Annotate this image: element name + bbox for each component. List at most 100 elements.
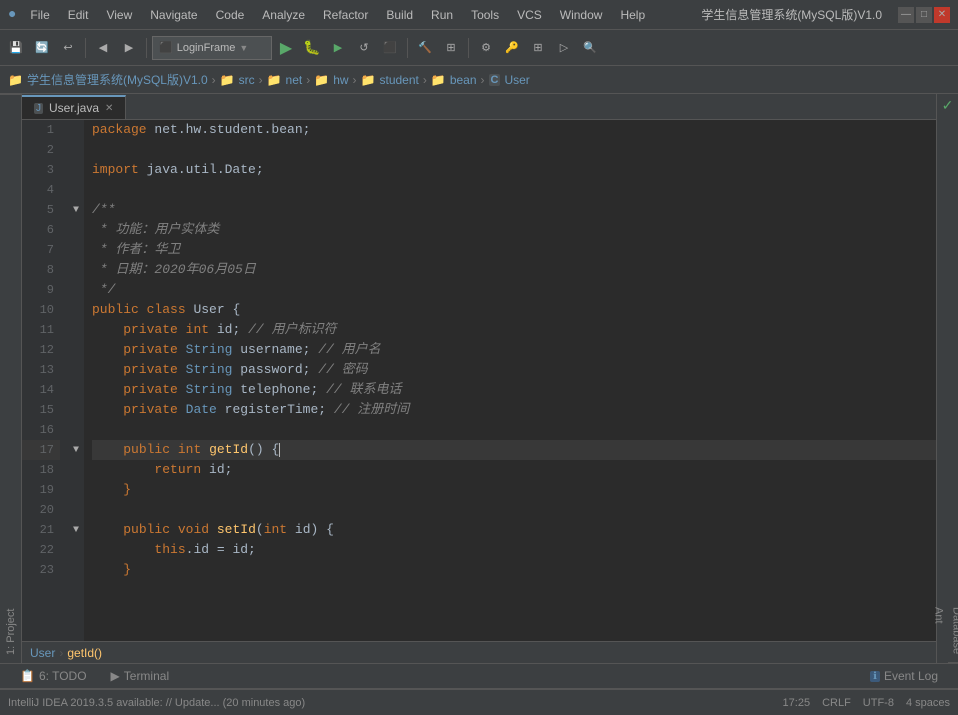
- fold-21[interactable]: ▼: [68, 520, 84, 540]
- editor-area: J User.java ✕ 1 2 3 4 5 6 7 8 9 10 11 12…: [22, 94, 936, 663]
- find-button[interactable]: 🔍: [578, 36, 602, 60]
- fold-11: [68, 320, 84, 340]
- code-line-7: * 作者：华卫: [92, 240, 936, 260]
- db2-button[interactable]: ⊞: [526, 36, 550, 60]
- menu-edit[interactable]: Edit: [60, 6, 97, 24]
- separator-4: [468, 38, 469, 58]
- fold-4: [68, 180, 84, 200]
- ln-10: 10: [22, 300, 60, 320]
- settings-button[interactable]: ⚙: [474, 36, 498, 60]
- stop-button[interactable]: ⬛: [378, 36, 402, 60]
- code-line-22: this.id = id;: [92, 540, 936, 560]
- fold-17[interactable]: ▼: [68, 440, 84, 460]
- search-button[interactable]: ⊞: [439, 36, 463, 60]
- bc-class-icon: C: [489, 74, 501, 86]
- fold-5[interactable]: ▼: [68, 200, 84, 220]
- bc-hw[interactable]: hw: [333, 73, 348, 87]
- code-line-17: public int getId() {: [92, 440, 936, 460]
- forward-button[interactable]: ▶: [117, 36, 141, 60]
- code-line-1: package net.hw.student.bean;: [92, 120, 936, 140]
- fold-16: [68, 420, 84, 440]
- separator-1: [85, 38, 86, 58]
- ln-13: 13: [22, 360, 60, 380]
- menu-view[interactable]: View: [98, 6, 140, 24]
- bc-user[interactable]: User: [504, 73, 529, 87]
- bc-student[interactable]: student: [379, 73, 418, 87]
- debug-button[interactable]: 🐛: [300, 36, 324, 60]
- run2-button[interactable]: ▷: [552, 36, 576, 60]
- status-line-ending[interactable]: CRLF: [822, 697, 851, 709]
- app-icon: ●: [8, 7, 16, 23]
- db1-button[interactable]: 🔑: [500, 36, 524, 60]
- bottom-bc-method[interactable]: getId(): [67, 646, 102, 660]
- window-controls: — □ ✕: [898, 7, 950, 23]
- fold-22: [68, 540, 84, 560]
- code-editor: 1 2 3 4 5 6 7 8 9 10 11 12 13 14 15 16 1…: [22, 120, 936, 641]
- menu-window[interactable]: Window: [552, 6, 611, 24]
- coverage-button[interactable]: ▶: [326, 36, 350, 60]
- menu-refactor[interactable]: Refactor: [315, 6, 376, 24]
- sidebar-item-structure[interactable]: 7: Structure: [0, 94, 1, 663]
- bc-project[interactable]: 学生信息管理系统(MySQL版)V1.0: [27, 71, 208, 88]
- profile-button[interactable]: ↺: [352, 36, 376, 60]
- menu-code[interactable]: Code: [208, 6, 253, 24]
- title-bar: ● File Edit View Navigate Code Analyze R…: [0, 0, 958, 30]
- event-log-label: Event Log: [884, 669, 938, 683]
- fold-13: [68, 360, 84, 380]
- tab-label: User.java: [49, 101, 99, 115]
- separator-3: [407, 38, 408, 58]
- fold-6: [68, 220, 84, 240]
- tab-todo[interactable]: 📋 6: TODO: [8, 667, 99, 685]
- menu-vcs[interactable]: VCS: [509, 6, 550, 24]
- code-content[interactable]: package net.hw.student.bean; import java…: [84, 120, 936, 641]
- back-button[interactable]: ◀: [91, 36, 115, 60]
- ln-17: 17: [22, 440, 60, 460]
- undo-button[interactable]: ↩: [56, 36, 80, 60]
- sidebar-item-project[interactable]: 1: Project: [1, 94, 21, 663]
- tab-terminal[interactable]: ▶ Terminal: [99, 667, 182, 685]
- bc-bean-icon: 📁: [431, 73, 446, 87]
- code-line-6: * 功能：用户实体类: [92, 220, 936, 240]
- menu-help[interactable]: Help: [612, 6, 653, 24]
- right-tab-ant[interactable]: Ant: [930, 599, 948, 663]
- save-all-button[interactable]: 💾: [4, 36, 28, 60]
- code-line-13: private String password; // 密码: [92, 360, 936, 380]
- menu-tools[interactable]: Tools: [463, 6, 507, 24]
- menu-file[interactable]: File: [22, 6, 57, 24]
- bc-net[interactable]: net: [286, 73, 303, 87]
- minimize-button[interactable]: —: [898, 7, 914, 23]
- menu-build[interactable]: Build: [378, 6, 421, 24]
- config-name: LoginFrame: [177, 42, 236, 54]
- status-message: IntelliJ IDEA 2019.3.5 available: // Upd…: [8, 697, 305, 709]
- code-line-12: private String username; // 用户名: [92, 340, 936, 360]
- tab-close-icon[interactable]: ✕: [105, 103, 113, 114]
- build-button[interactable]: 🔨: [413, 36, 437, 60]
- status-encoding[interactable]: UTF-8: [863, 697, 894, 709]
- tab-user-java[interactable]: J User.java ✕: [22, 95, 126, 119]
- bc-net-icon: 📁: [267, 73, 282, 87]
- ln-16: 16: [22, 420, 60, 440]
- ln-6: 6: [22, 220, 60, 240]
- fold-8: [68, 260, 84, 280]
- menu-navigate[interactable]: Navigate: [142, 6, 205, 24]
- code-line-14: private String telephone; // 联系电话: [92, 380, 936, 400]
- status-indent[interactable]: 4 spaces: [906, 697, 950, 709]
- tab-event-log[interactable]: ℹ Event Log: [858, 667, 950, 685]
- close-button[interactable]: ✕: [934, 7, 950, 23]
- run-button[interactable]: ▶: [274, 36, 298, 60]
- menu-run[interactable]: Run: [423, 6, 461, 24]
- code-line-20: [92, 500, 936, 520]
- ln-9: 9: [22, 280, 60, 300]
- code-line-2: [92, 140, 936, 160]
- todo-label: 6: TODO: [39, 669, 87, 683]
- bottom-bc-class[interactable]: User: [30, 646, 55, 660]
- bc-bean[interactable]: bean: [450, 73, 477, 87]
- right-tab-database[interactable]: Database: [948, 599, 958, 663]
- code-line-10: public class User {: [92, 300, 936, 320]
- sync-button[interactable]: 🔄: [30, 36, 54, 60]
- ln-7: 7: [22, 240, 60, 260]
- menu-analyze[interactable]: Analyze: [254, 6, 313, 24]
- run-config-combo[interactable]: ⬛ LoginFrame ▼: [152, 36, 272, 60]
- bc-src[interactable]: src: [239, 73, 255, 87]
- maximize-button[interactable]: □: [916, 7, 932, 23]
